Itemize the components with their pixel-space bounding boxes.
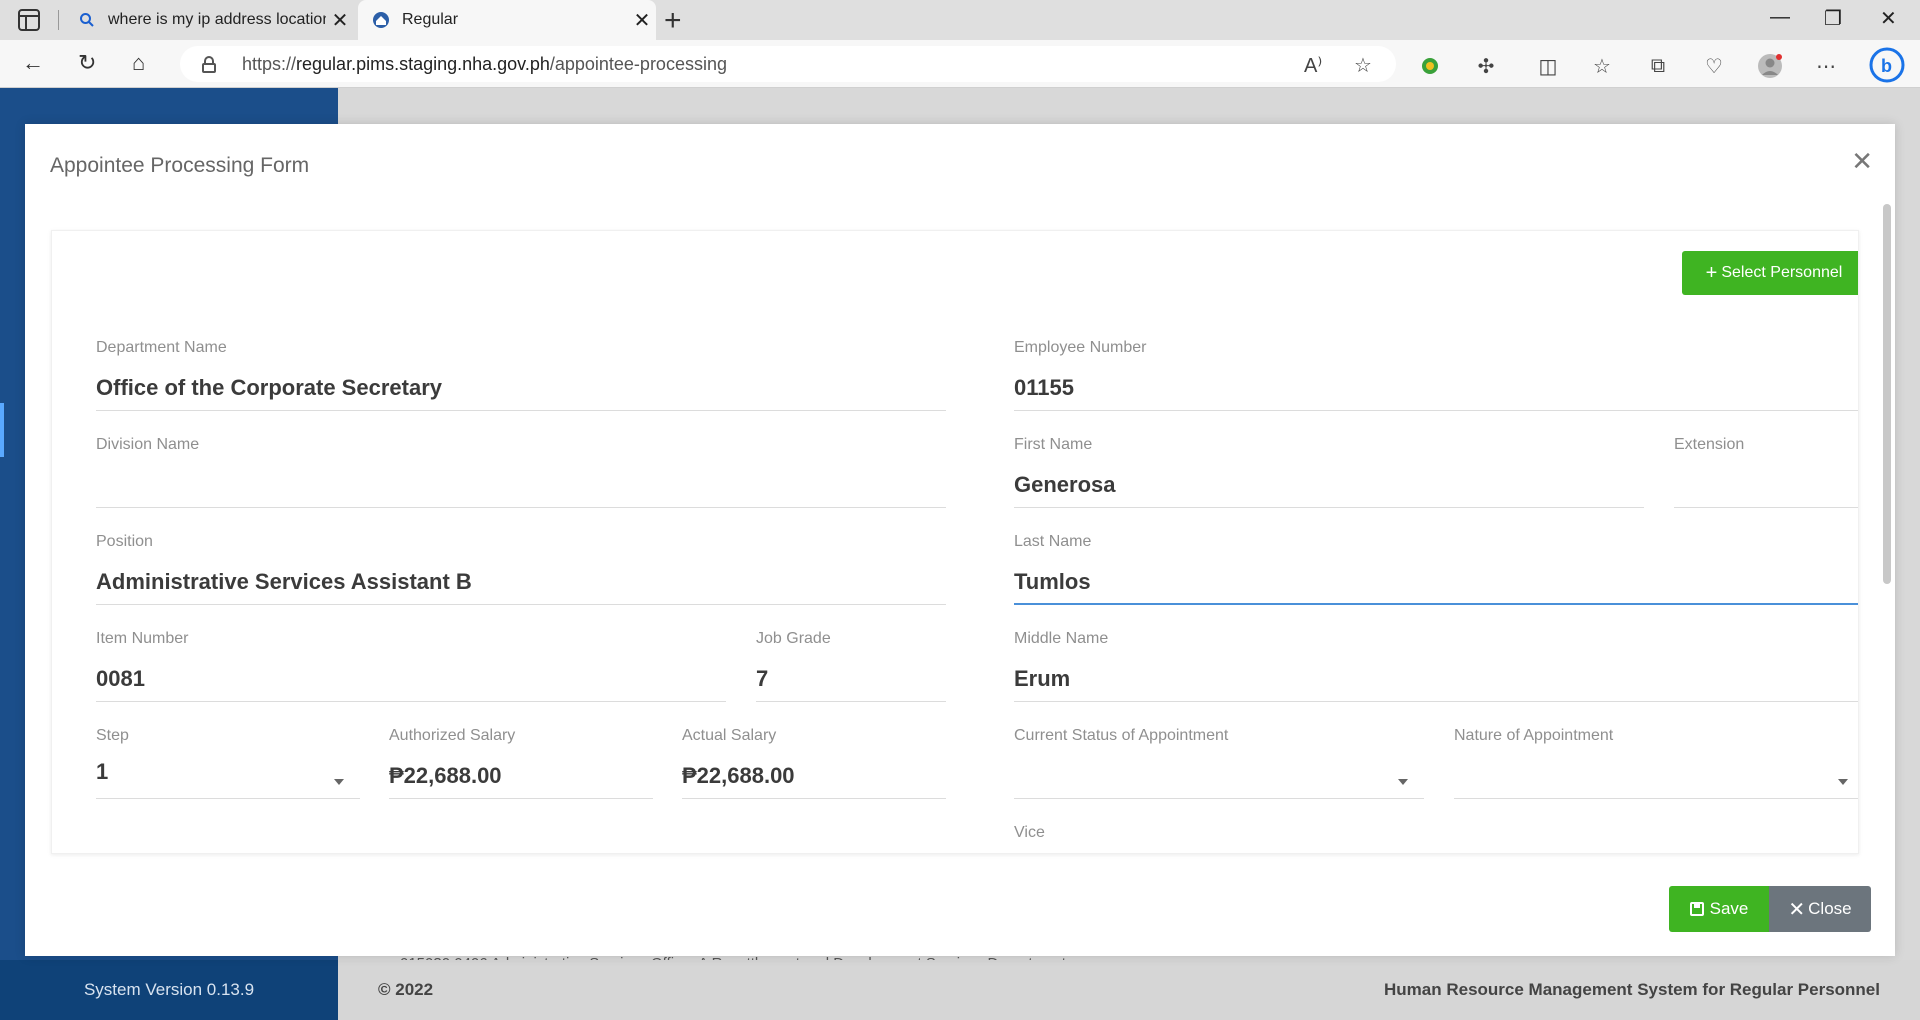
browser-address-bar: ← ↻ ⌂ https://regular.pims.staging.nha.g… [0,40,1920,88]
department-name-field[interactable]: Department Name Office of the Corporate … [96,339,946,411]
dropdown-caret-icon [1838,779,1848,785]
close-x-icon: ✕ [1788,898,1806,921]
footer-system-name: Human Resource Management System for Reg… [1384,980,1880,999]
dropdown-caret-icon [334,779,344,785]
actual-salary-field[interactable]: Actual Salary ₱22,688.00 [682,727,946,799]
profile-avatar-icon[interactable] [1756,52,1784,80]
position-field[interactable]: Position Administrative Services Assista… [96,533,946,605]
restore-icon[interactable]: ❐ [1824,6,1842,31]
tab-close-icon[interactable]: ✕ [628,8,656,33]
step-select[interactable]: Step 1 [96,727,360,799]
employee-number-field[interactable]: Employee Number 01155 [1014,339,1858,411]
browser-essentials-icon[interactable]: ♡ [1700,52,1728,80]
form-card: + Select Personnel Department Name Offic… [51,230,1859,854]
last-name-field[interactable]: Last Name Tumlos [1014,533,1858,605]
field-label: Actual Salary [682,727,777,744]
first-name-field[interactable]: First Name Generosa [1014,436,1644,508]
field-value: Office of the Corporate Secretary [96,375,442,400]
field-label: Authorized Salary [389,727,516,744]
field-label: Position [96,533,153,550]
field-value: Erum [1014,666,1071,691]
footer-copyright: © 2022 [378,980,434,999]
close-label: Close [1808,899,1852,918]
url-text: https://regular.pims.staging.nha.gov.ph/… [242,53,727,74]
tab-close-icon[interactable]: ✕ [326,8,354,33]
job-grade-field[interactable]: Job Grade 7 [756,630,946,702]
save-floppy-icon [1689,902,1704,916]
field-value: 1 [96,759,109,784]
modal-title: Appointee Processing Form [50,154,310,177]
item-number-field[interactable]: Item Number 0081 [96,630,726,702]
tab-title: where is my ip address location - [108,11,326,28]
field-label: First Name [1014,436,1093,453]
system-version: System Version 0.13.9 [0,960,338,1020]
new-tab-icon[interactable]: + [664,4,682,38]
close-button[interactable]: ✕ Close [1769,886,1871,932]
authorized-salary-field[interactable]: Authorized Salary ₱22,688.00 [389,727,653,799]
select-personnel-button[interactable]: + Select Personnel [1682,251,1858,295]
current-status-select[interactable]: Current Status of Appointment [1014,727,1424,799]
field-label: Step [96,727,129,744]
field-value: ₱22,688.00 [682,763,795,788]
copilot-icon[interactable]: b [1868,46,1906,84]
field-label: Job Grade [756,630,831,647]
field-value: ₱22,688.00 [389,763,502,788]
lock-icon [202,56,216,73]
division-name-field[interactable]: Division Name [96,436,946,508]
tab-separator [58,10,59,30]
window-close-icon[interactable]: ✕ [1880,6,1897,31]
save-label: Save [1709,899,1749,918]
vice-field[interactable]: Vice [1014,824,1858,853]
minimize-icon[interactable]: — [1770,6,1790,29]
search-icon [78,11,96,29]
split-screen-icon[interactable]: ◫ [1534,52,1562,80]
select-personnel-label: Select Personnel [1721,264,1843,281]
sidebar-active-marker [0,403,4,457]
field-value: Administrative Services Assistant B [96,569,472,594]
field-label: Middle Name [1014,630,1109,647]
extension-field[interactable]: Extension [1674,436,1858,508]
browser-tab-search[interactable]: where is my ip address location - ✕ [64,0,354,40]
more-menu-icon[interactable]: ⋯ [1812,52,1840,80]
field-label: Extension [1674,436,1745,453]
field-label: Employee Number [1014,339,1147,356]
extension-globe-icon[interactable] [1416,52,1444,80]
app-footer: © 2022 Human Resource Management System … [338,960,1920,1020]
modal-scrollbar[interactable] [1883,204,1891,844]
favorites-icon[interactable]: ☆ [1588,52,1616,80]
field-label: Current Status of Appointment [1014,727,1229,744]
browser-tab-bar: where is my ip address location - ✕ Regu… [0,0,1920,40]
browser-tab-regular[interactable]: Regular ✕ [358,0,656,40]
favorite-star-icon[interactable]: ☆ [1354,53,1372,78]
field-value: 7 [756,666,769,691]
field-value: Tumlos [1014,569,1091,594]
read-aloud-icon[interactable]: A⁾ [1304,53,1322,78]
svg-text:b: b [1881,56,1892,76]
field-label: Last Name [1014,533,1092,550]
back-icon[interactable]: ← [22,50,44,76]
field-label: Department Name [96,339,227,356]
field-label: Division Name [96,436,200,453]
tab-title: Regular [402,11,459,28]
field-value: 01155 [1014,375,1074,400]
dropdown-caret-icon [1398,779,1408,785]
middle-name-field[interactable]: Middle Name Erum [1014,630,1858,702]
home-icon[interactable]: ⌂ [132,50,145,76]
save-button[interactable]: Save [1669,886,1769,932]
site-logo-icon [372,11,390,29]
nature-of-appointment-select[interactable]: Nature of Appointment [1454,727,1858,799]
field-value: Generosa [1014,472,1116,497]
field-label: Item Number [96,630,189,647]
field-label: Nature of Appointment [1454,727,1614,744]
field-value: 0081 [96,666,145,691]
collections-icon[interactable]: ⧉ [1644,52,1672,80]
plus-icon: + [1705,261,1718,284]
tab-actions-icon[interactable] [18,9,40,31]
modal-close-icon[interactable]: ✕ [1851,146,1873,177]
extensions-puzzle-icon[interactable]: ✣ [1472,52,1500,80]
url-input[interactable]: https://regular.pims.staging.nha.gov.ph/… [180,46,1396,82]
refresh-icon[interactable]: ↻ [78,50,96,76]
field-label: Vice [1014,824,1045,841]
appointee-processing-modal: Appointee Processing Form ✕ + Select Per… [25,124,1895,956]
